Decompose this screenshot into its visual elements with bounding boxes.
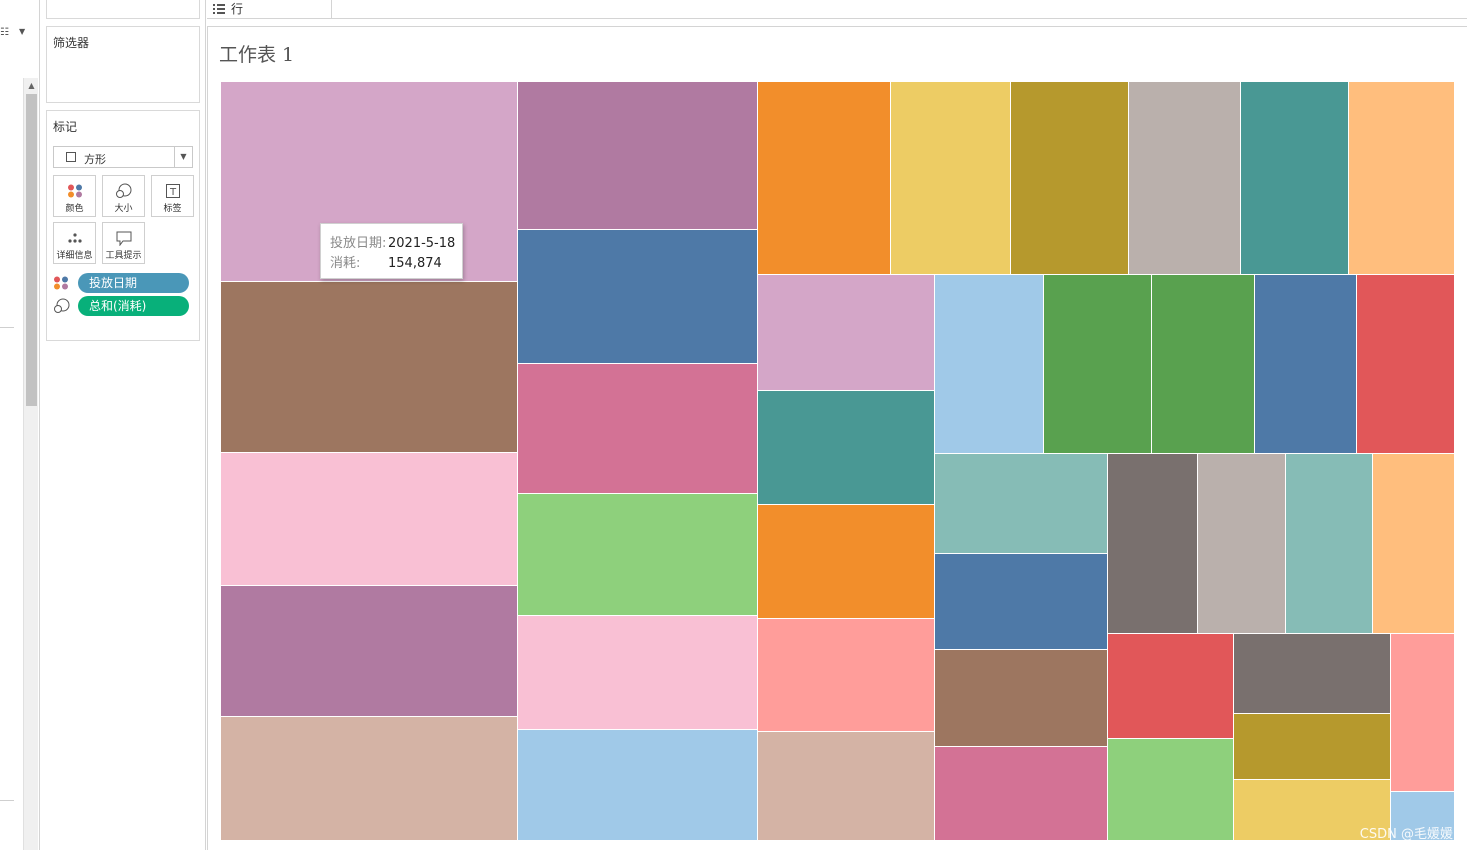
treemap-tile[interactable] [1357,275,1455,454]
treemap-tile[interactable] [518,230,758,364]
treemap-tile[interactable] [1255,275,1357,454]
svg-text:T: T [168,187,176,198]
color-button[interactable]: 颜色 [53,175,96,217]
sheet-title: 工作表 1 [219,44,295,66]
treemap-tile[interactable] [1011,82,1129,275]
chevron-down-icon[interactable]: ▼ [19,27,25,36]
treemap-tile[interactable] [221,453,518,586]
detail-button[interactable]: 详细信息 [53,222,96,264]
color-dots-icon [54,182,95,200]
treemap-tile[interactable] [1234,714,1391,780]
filters-title: 筛选器 [53,36,90,50]
treemap-tile[interactable] [1129,82,1241,275]
treemap-tile[interactable] [935,650,1108,747]
mark-tooltip: 投放日期: 2021-5-18 消耗: 154,874 [320,223,463,279]
left-strip: ☷ ▼ ▲ [0,0,40,850]
mark-type-dropdown[interactable]: 方形 ▼ [53,146,193,168]
treemap-tile[interactable] [221,586,518,717]
treemap-tile[interactable] [1373,454,1455,634]
detail-dots-icon [54,229,95,247]
treemap-tile[interactable] [758,732,935,841]
tooltip-row-date: 投放日期: 2021-5-18 [330,232,456,251]
treemap-tile[interactable] [518,82,758,230]
rows-list-icon [213,3,225,17]
treemap-tile[interactable] [891,82,1011,275]
treemap-tile[interactable] [935,275,1044,454]
tooltip-date-value: 2021-5-18 [388,236,456,251]
worksheet-view: 工作表 1 CSDN @毛媛媛 [207,26,1467,850]
text-label-icon: T [152,182,193,200]
treemap-tile[interactable] [1044,275,1152,454]
date-field-pill[interactable]: 投放日期 [78,273,189,293]
rows-label-text: 行 [231,2,244,16]
treemap-tile[interactable] [935,454,1108,554]
mark-type-label: 方形 [84,153,106,166]
color-dots-icon [53,275,71,291]
treemap-tile[interactable] [1108,634,1234,739]
watermark: CSDN @毛媛媛 [1359,827,1453,842]
marks-card: 标记 方形 ▼ 颜色 大小 T 标签 详细信息 工具提示 投放日期 总和(消耗) [46,110,200,341]
label-button[interactable]: T 标签 [151,175,194,217]
size-icon [53,298,71,314]
sum-cost-pill[interactable]: 总和(消耗) [78,296,189,316]
tooltip-cost-value: 154,874 [388,256,442,271]
treemap-tile[interactable] [1286,454,1373,634]
tooltip-row-cost: 消耗: 154,874 [330,252,442,271]
treemap-tile[interactable] [758,505,935,619]
size-field-row: 总和(消耗) [53,296,193,316]
tooltip-date-key: 投放日期: [330,236,387,251]
treemap-tile[interactable] [518,494,758,616]
treemap-tile[interactable] [935,554,1108,650]
treemap-tile[interactable] [1198,454,1286,634]
size-icon [103,182,144,200]
filters-card[interactable]: 筛选器 [46,26,200,103]
treemap-tile[interactable] [935,747,1108,841]
color-button-label: 颜色 [65,204,84,214]
size-button-label: 大小 [114,204,133,214]
square-icon [66,152,76,162]
treemap-tile[interactable] [758,82,891,275]
treemap-tile[interactable] [1349,82,1455,275]
treemap-chart[interactable] [221,82,1455,841]
cards-panel: 筛选器 标记 方形 ▼ 颜色 大小 T 标签 详细信息 工具提示 投放日期 总和… [41,0,206,850]
detail-button-label: 详细信息 [56,251,93,261]
treemap-tile[interactable] [758,619,935,732]
marks-title: 标记 [53,120,78,134]
treemap-tile[interactable] [1108,739,1234,841]
tableau-window: ☷ ▼ ▲ 筛选器 标记 方形 ▼ 颜色 大小 T 标签 详细信息 工具提示 投… [0,0,1467,850]
size-button[interactable]: 大小 [102,175,145,217]
rows-shelf-label: 行 [213,0,243,17]
treemap-tile[interactable] [1391,634,1455,792]
treemap-tile[interactable] [758,275,935,391]
treemap-tile[interactable] [518,616,758,730]
treemap-tile[interactable] [758,391,935,505]
rows-shelf[interactable]: 行 [207,0,1467,19]
chevron-down-icon[interactable]: ▼ [174,147,192,167]
treemap-tile[interactable] [1234,634,1391,714]
shelf-divider [331,0,332,19]
tooltip-bubble-icon [103,229,144,247]
treemap-tile[interactable] [1241,82,1349,275]
treemap-tile[interactable] [221,282,518,453]
scroll-up-icon[interactable]: ▲ [24,80,39,92]
divider [0,800,14,801]
color-field-row: 投放日期 [53,273,193,293]
treemap-tile[interactable] [221,717,518,841]
treemap-tile[interactable] [518,730,758,841]
tooltip-button[interactable]: 工具提示 [102,222,145,264]
treemap-tile[interactable] [1152,275,1255,454]
label-button-label: 标签 [163,204,182,214]
treemap-tile[interactable] [1108,454,1198,634]
vertical-scrollbar[interactable]: ▲ [23,78,38,850]
scroll-thumb[interactable] [26,94,37,406]
tooltip-button-label: 工具提示 [105,251,142,261]
pages-card [46,0,200,19]
divider [0,327,14,328]
tooltip-cost-key: 消耗: [330,256,361,271]
treemap-tile[interactable] [518,364,758,494]
